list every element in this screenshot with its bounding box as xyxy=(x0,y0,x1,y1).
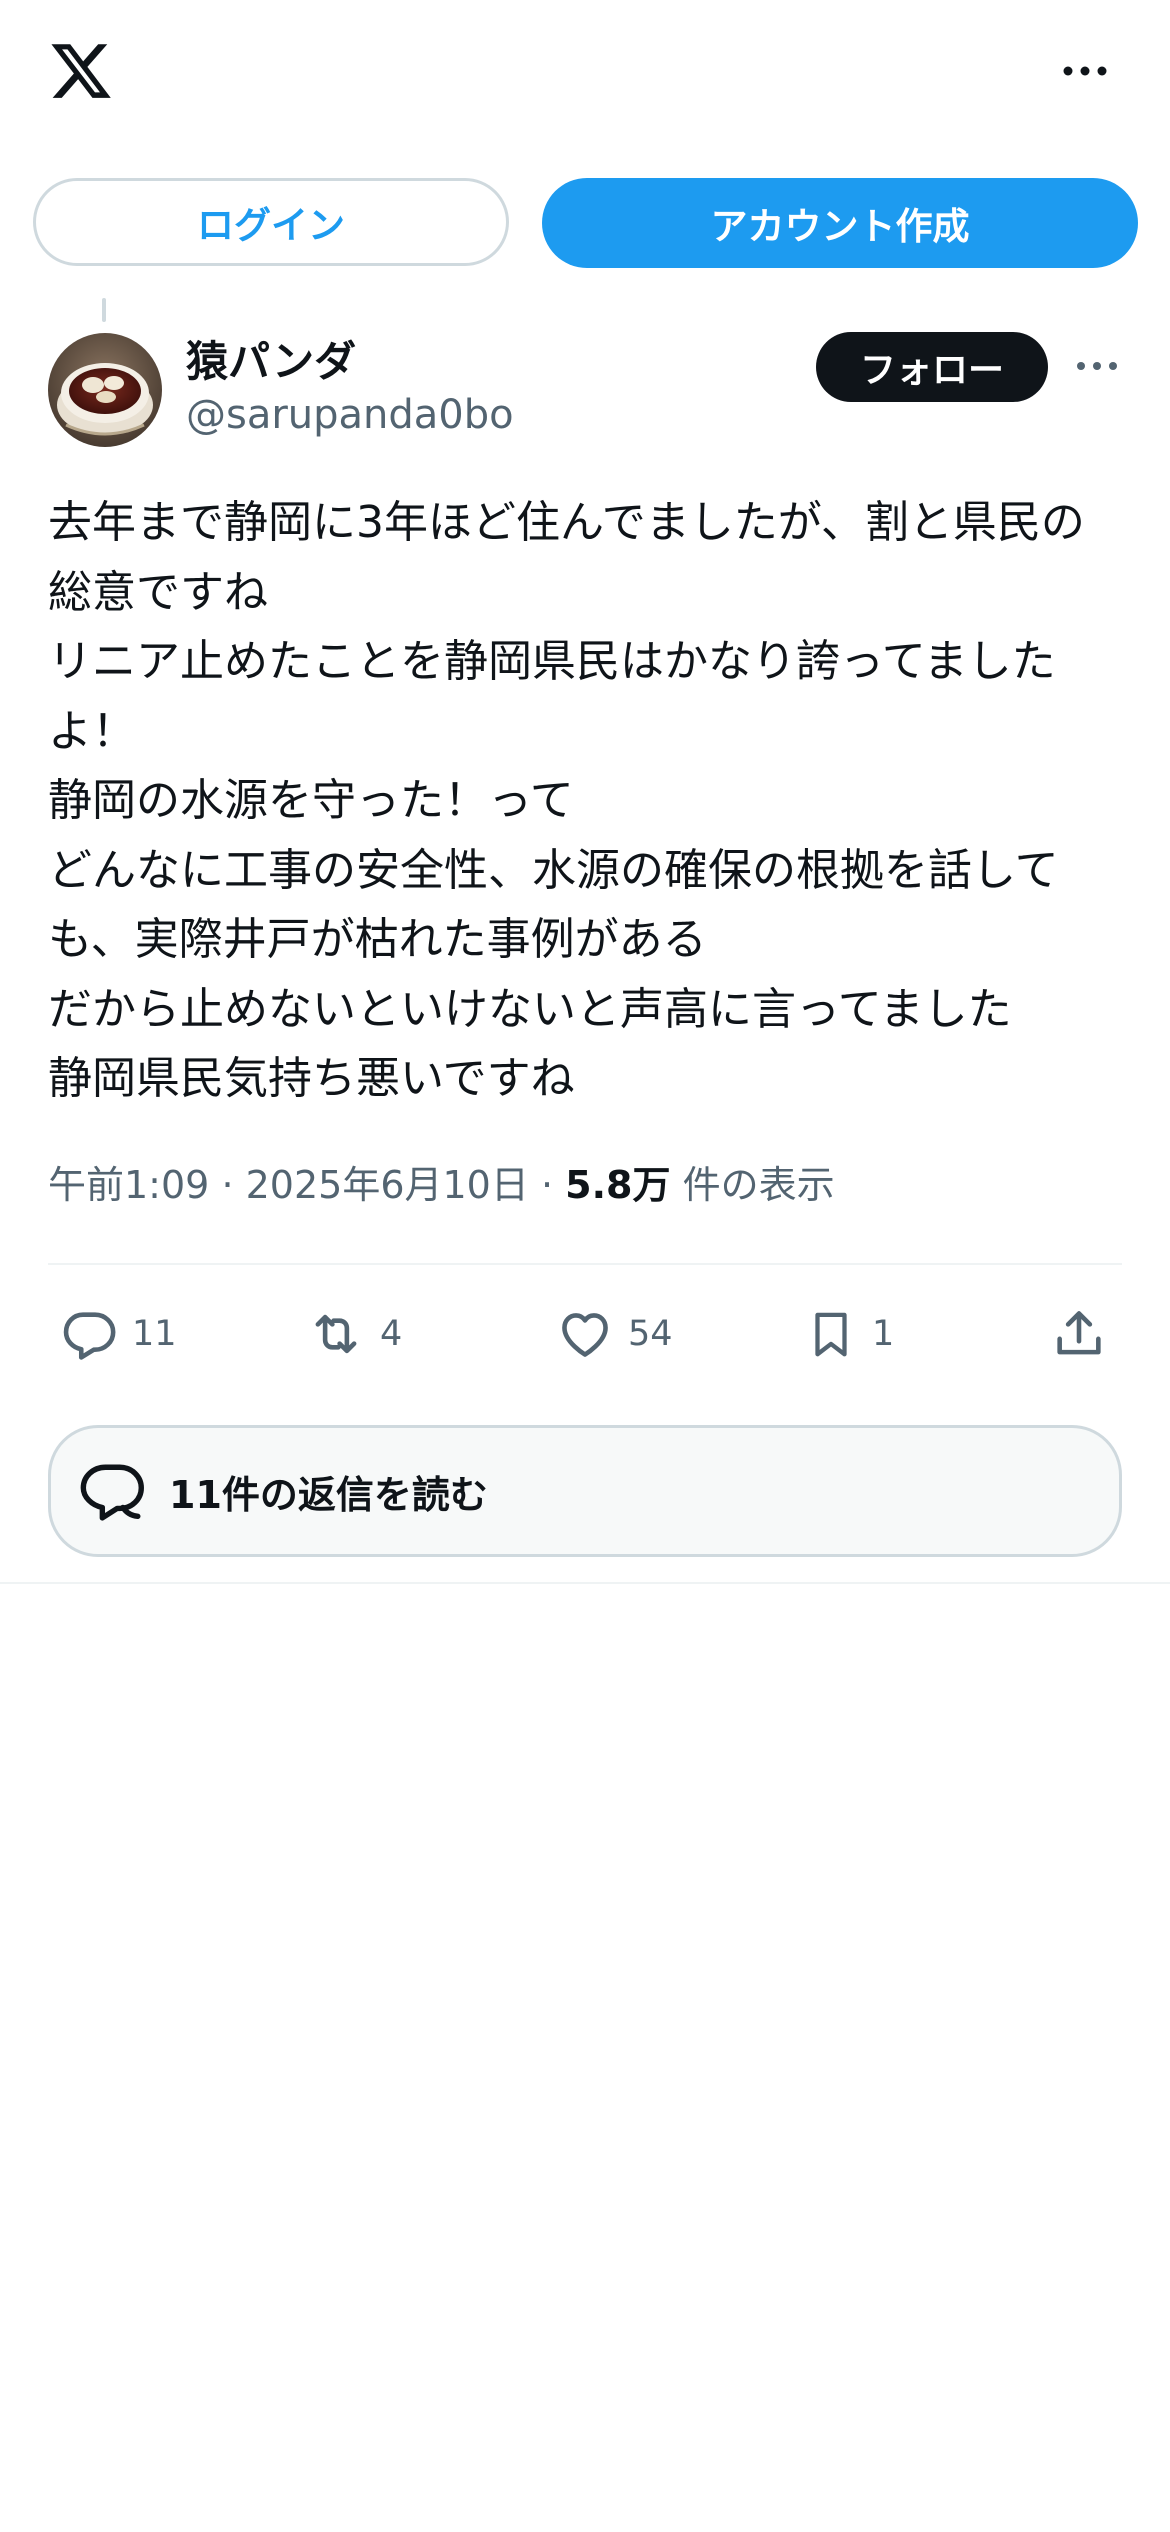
more-horizontal-icon[interactable] xyxy=(1060,56,1110,86)
post-meta: 午前1:09 · 2025年6月10日 · 5.8万 件の表示 xyxy=(48,1154,835,1209)
divider xyxy=(0,1582,1170,1584)
share-icon xyxy=(1057,1311,1101,1355)
repost-button[interactable]: 4 xyxy=(306,1298,402,1370)
post-text: 去年まで静岡に3年ほど住んでましたが、割と県民の総意ですね リニア止めたことを静… xyxy=(48,497,1085,1104)
top-bar xyxy=(0,0,1170,150)
login-button[interactable]: ログイン xyxy=(33,178,509,266)
like-button[interactable]: 54 xyxy=(556,1298,673,1370)
divider xyxy=(48,1263,1122,1265)
heart-icon xyxy=(562,1313,608,1357)
read-replies-label: 11件の返信を読む xyxy=(169,1472,488,1517)
share-button[interactable] xyxy=(1050,1298,1108,1370)
meta-separator: · xyxy=(221,1163,234,1207)
author-handle[interactable]: @sarupanda0bo xyxy=(186,392,514,438)
reply-count: 11 xyxy=(132,1314,177,1354)
read-replies-button[interactable]: 11件の返信を読む xyxy=(48,1425,1122,1557)
views-count: 5.8万 xyxy=(565,1163,671,1207)
avatar-image xyxy=(48,333,162,447)
like-count: 54 xyxy=(628,1314,673,1354)
post-time[interactable]: 午前1:09 xyxy=(48,1163,209,1207)
thread-connector xyxy=(102,298,106,322)
views-label: 件の表示 xyxy=(682,1163,835,1207)
post-more-icon[interactable] xyxy=(1074,352,1120,380)
post-date[interactable]: 2025年6月10日 xyxy=(246,1163,529,1207)
author-name[interactable]: 猿パンダ xyxy=(186,328,356,389)
follow-button[interactable]: フォロー xyxy=(816,332,1048,402)
bookmark-button[interactable]: 1 xyxy=(804,1298,894,1370)
repost-icon xyxy=(315,1314,357,1354)
reply-icon xyxy=(63,1312,116,1360)
meta-separator: · xyxy=(540,1163,554,1207)
repost-count: 4 xyxy=(380,1314,403,1354)
bookmark-icon xyxy=(815,1312,847,1357)
auth-buttons: ログイン アカウント作成 xyxy=(0,178,1170,270)
create-account-button[interactable]: アカウント作成 xyxy=(542,178,1138,268)
chat-bubbles-icon xyxy=(80,1464,144,1521)
x-logo-icon[interactable] xyxy=(46,38,116,104)
bookmark-count: 1 xyxy=(872,1314,895,1354)
avatar[interactable] xyxy=(48,333,162,447)
reply-button[interactable]: 11 xyxy=(60,1298,177,1370)
